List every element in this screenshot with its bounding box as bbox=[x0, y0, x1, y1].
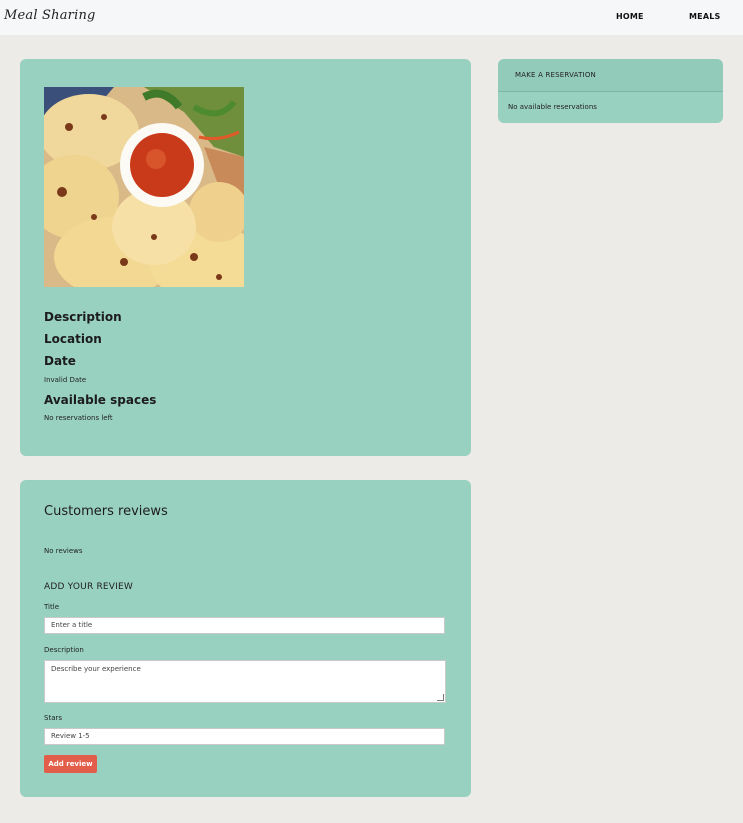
review-title-label: Title bbox=[44, 603, 60, 611]
reservation-empty-text: No available reservations bbox=[508, 103, 597, 111]
review-description-placeholder: Describe your experience bbox=[51, 665, 141, 673]
reviews-card: Customers reviews No reviews ADD YOUR RE… bbox=[20, 480, 471, 797]
reservation-header: MAKE A RESERVATION bbox=[498, 59, 723, 92]
nav-link-home[interactable]: HOME bbox=[616, 12, 644, 21]
review-description-label: Description bbox=[44, 646, 84, 654]
available-spaces-heading: Available spaces bbox=[44, 393, 157, 407]
date-heading: Date bbox=[44, 354, 76, 368]
reservation-title: MAKE A RESERVATION bbox=[515, 71, 596, 79]
resize-handle-icon[interactable] bbox=[437, 694, 444, 701]
add-review-button[interactable]: Add review bbox=[44, 755, 97, 773]
review-description-textarea[interactable]: Describe your experience bbox=[44, 660, 446, 703]
reviews-empty-text: No reviews bbox=[44, 547, 83, 555]
description-heading: Description bbox=[44, 310, 122, 324]
top-nav: Meal Sharing HOME MEALS bbox=[0, 0, 743, 35]
reviews-title: Customers reviews bbox=[44, 504, 168, 519]
available-spaces-value: No reservations left bbox=[44, 414, 113, 422]
date-value: Invalid Date bbox=[44, 376, 87, 384]
review-stars-input[interactable]: Review 1-5 bbox=[44, 728, 445, 745]
meal-details-card: Description Location Date Invalid Date A… bbox=[20, 59, 471, 456]
nav-link-meals[interactable]: MEALS bbox=[689, 12, 720, 21]
review-stars-label: Stars bbox=[44, 714, 63, 722]
add-review-heading: ADD YOUR REVIEW bbox=[44, 582, 134, 592]
review-title-input[interactable]: Enter a title bbox=[44, 617, 445, 634]
brand-logo[interactable]: Meal Sharing bbox=[4, 8, 96, 23]
location-heading: Location bbox=[44, 332, 102, 346]
meal-photo bbox=[44, 87, 244, 287]
reservation-card: MAKE A RESERVATION No available reservat… bbox=[498, 59, 723, 123]
